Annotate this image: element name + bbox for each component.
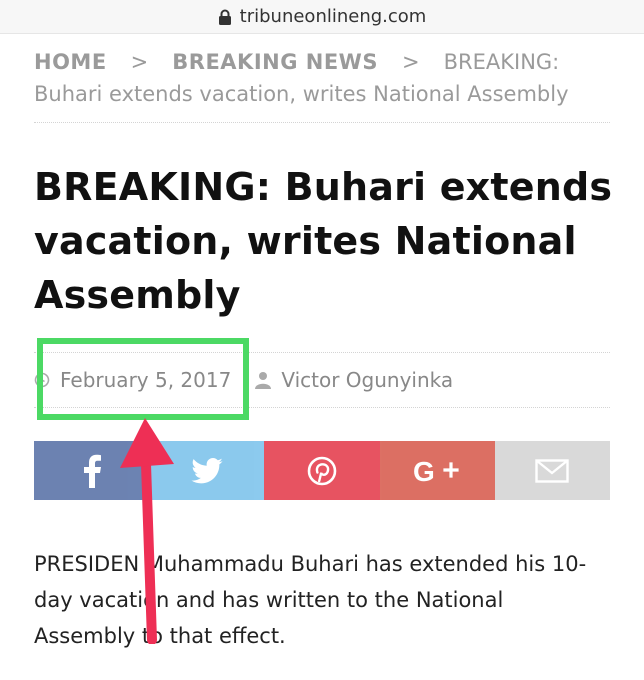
article-author-link[interactable]: Victor Ogunyinka bbox=[281, 368, 453, 392]
lock-icon bbox=[218, 9, 231, 25]
breadcrumb-separator: > bbox=[401, 50, 420, 74]
breadcrumb-home-link[interactable]: HOME bbox=[34, 50, 107, 74]
svg-text:G: G bbox=[413, 456, 435, 486]
pinterest-icon bbox=[307, 456, 337, 485]
article-title: BREAKING: Buhari extends vacation, write… bbox=[34, 165, 613, 317]
breadcrumb-separator: > bbox=[130, 50, 149, 74]
share-pinterest-button[interactable] bbox=[264, 441, 380, 500]
arrow-annotation bbox=[120, 418, 174, 644]
share-email-button[interactable] bbox=[494, 441, 611, 500]
share-google-plus-button[interactable]: G bbox=[379, 441, 495, 500]
highlight-box bbox=[37, 338, 249, 420]
divider bbox=[34, 122, 610, 123]
user-icon bbox=[255, 372, 272, 389]
mail-icon bbox=[535, 458, 570, 483]
url-text: tribuneonlineng.com bbox=[239, 6, 427, 27]
address-bar[interactable]: tribuneonlineng.com bbox=[0, 0, 644, 34]
breadcrumb-section-link[interactable]: BREAKING NEWS bbox=[172, 50, 378, 74]
breadcrumb: HOME > BREAKING NEWS > BREAKING: Buhari exte… bbox=[34, 46, 610, 110]
google-plus-icon: G bbox=[413, 456, 459, 486]
facebook-icon bbox=[83, 454, 101, 488]
twitter-icon bbox=[191, 457, 223, 483]
